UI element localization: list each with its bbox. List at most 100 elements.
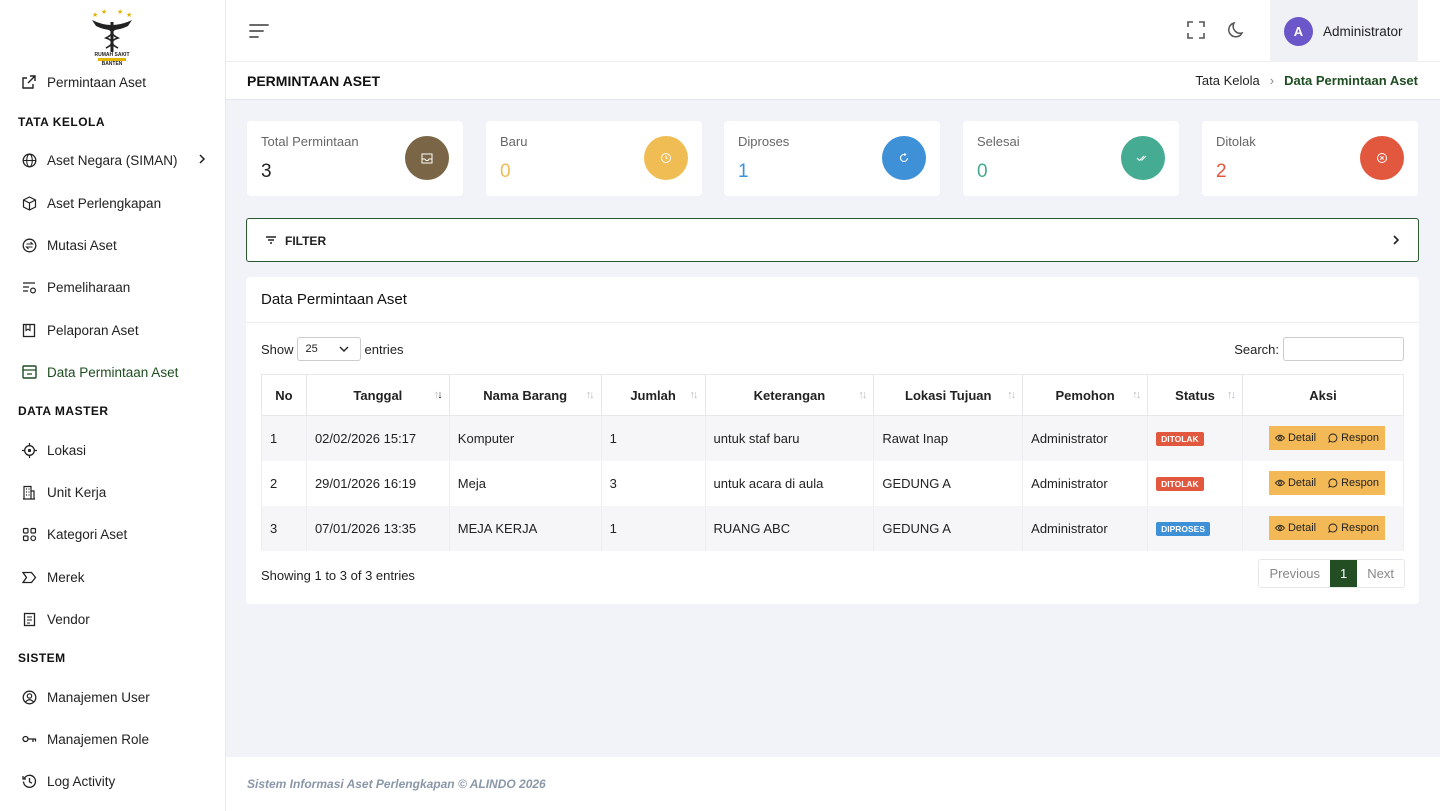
cell-status: DITOLAK (1147, 415, 1244, 461)
col-header-tanggal[interactable]: Tanggal ↑↓ (305, 374, 450, 416)
cell-tanggal: 02/02/2026 15:17 (305, 415, 450, 461)
cell-keterangan: untuk staf baru (704, 415, 875, 461)
detail-button[interactable]: Detail (1268, 471, 1323, 495)
stat-value: 1 (738, 161, 749, 182)
stat-value: 3 (261, 161, 272, 182)
cell-status: DITOLAK (1147, 460, 1244, 506)
sidebar-item-label: Manajemen Role (47, 731, 150, 747)
cell-keterangan: untuk acara di aula (704, 460, 875, 506)
building-icon (21, 484, 37, 500)
sort-icon: ↑↓ (1227, 389, 1236, 401)
respon-button[interactable]: Respon (1322, 471, 1386, 495)
chevron-right-icon (1393, 235, 1400, 245)
chat-icon (1328, 523, 1338, 533)
sidebar-item-aset-perlengkapan[interactable]: Aset Perlengkapan (0, 186, 225, 220)
filter-toggle[interactable]: FILTER (246, 218, 1419, 262)
svg-text:★: ★ (117, 8, 123, 16)
search-input[interactable] (1283, 337, 1404, 361)
chevron-right-icon (198, 153, 206, 168)
sidebar-item-vendor[interactable]: Vendor (0, 602, 225, 636)
stat-card-diproses: Diproses 1 (724, 121, 940, 196)
sidebar-item-mutasi-aset[interactable]: Mutasi Aset (0, 228, 225, 262)
stat-value: 0 (977, 161, 988, 182)
cell-pemohon: Administrator (1022, 415, 1149, 461)
eye-icon (1274, 479, 1285, 487)
col-header-pemohon[interactable]: Pemohon ↑↓ (1022, 374, 1149, 416)
user-menu[interactable]: A Administrator (1270, 0, 1418, 62)
cell-tanggal: 29/01/2026 16:19 (305, 460, 450, 506)
sidebar-item-aset-negara[interactable]: Aset Negara (SIMAN) (0, 143, 225, 177)
stat-card-selesai: Selesai 0 (963, 121, 1179, 196)
respon-button[interactable]: Respon (1322, 516, 1386, 540)
user-name: Administrator (1323, 23, 1403, 39)
sidebar-item-manajemen-role[interactable]: Manajemen Role (0, 722, 225, 756)
cell-lokasi-tujuan: GEDUNG A (873, 505, 1024, 551)
report-icon (21, 322, 37, 338)
col-header-nama-barang[interactable]: Nama Barang ↑↓ (448, 374, 602, 416)
col-header-jumlah[interactable]: Jumlah ↑↓ (600, 374, 706, 416)
footer: Sistem Informasi Aset Perlengkapan © ALI… (226, 757, 1440, 811)
sidebar-item-data-permintaan-aset[interactable]: Data Permintaan Aset (0, 355, 225, 389)
sidebar-item-label: Manajemen User (47, 689, 150, 705)
table-row: 1 02/02/2026 15:17 Komputer 1 untuk staf… (261, 415, 1404, 461)
category-icon (21, 526, 37, 542)
stat-label: Selesai (977, 134, 1020, 149)
table-header-row: No Tanggal ↑↓ Nama Barang ↑↓ Jumlah ↑↓ Kete… (261, 374, 1404, 416)
show-label: Show (261, 341, 294, 357)
divider (246, 322, 1419, 323)
chat-icon (1328, 478, 1338, 488)
detail-button[interactable]: Detail (1268, 516, 1323, 540)
key-icon (21, 731, 37, 747)
col-header-lokasi-tujuan[interactable]: Lokasi Tujuan ↑↓ (873, 374, 1024, 416)
sidebar-item-label: Kategori Aset (47, 526, 128, 542)
close-circle-icon (1360, 136, 1404, 180)
sidebar-item-lokasi[interactable]: Lokasi (0, 433, 225, 467)
box-icon (21, 195, 37, 211)
entries-select[interactable]: 25 (296, 337, 361, 361)
cell-no: 2 (261, 460, 307, 506)
sidebar-item-label: Pemeliharaan (47, 279, 131, 295)
cell-pemohon: Administrator (1022, 460, 1149, 506)
fullscreen-icon[interactable] (1186, 20, 1206, 40)
status-badge: DITOLAK (1156, 432, 1204, 447)
sidebar-item-label: Aset Negara (SIMAN) (47, 152, 178, 168)
globe-icon (21, 152, 37, 168)
sidebar-item-pemeliharaan[interactable]: Pemeliharaan (0, 270, 225, 304)
sidebar-item-label: Aset Perlengkapan (47, 195, 162, 211)
cell-status: DIPROSES (1147, 505, 1244, 551)
topbar: A Administrator (226, 0, 1440, 62)
table-row: 2 29/01/2026 16:19 Meja 3 untuk acara di… (261, 460, 1404, 506)
col-header-no[interactable]: No (261, 374, 307, 416)
panel-title: Data Permintaan Aset (261, 291, 407, 308)
respon-button[interactable]: Respon (1322, 426, 1386, 451)
pagination-previous[interactable]: Previous (1259, 560, 1330, 587)
sidebar-item-label: Pelaporan Aset (47, 322, 139, 338)
sidebar-item-merek[interactable]: Merek (0, 560, 225, 594)
pagination-page-1[interactable]: 1 (1330, 560, 1358, 587)
col-header-keterangan[interactable]: Keterangan ↑↓ (704, 374, 875, 416)
search-label: Search: (1234, 341, 1279, 357)
sidebar-item-label: Mutasi Aset (47, 237, 117, 253)
sidebar-item-unit-kerja[interactable]: Unit Kerja (0, 475, 225, 509)
sidebar-item-log-activity[interactable]: Log Activity (0, 764, 225, 798)
breadcrumb: Tata Kelola › Data Permintaan Aset (1195, 73, 1418, 88)
sidebar-item-permintaan-aset[interactable]: Permintaan Aset (0, 65, 225, 99)
sidebar-item-label: Lokasi (47, 442, 87, 458)
breadcrumb-item-tata-kelola[interactable]: Tata Kelola (1195, 73, 1259, 88)
dark-mode-icon[interactable] (1227, 20, 1247, 40)
sidebar-item-manajemen-user[interactable]: Manajemen User (0, 680, 225, 714)
sort-icon: ↑↓ (585, 389, 595, 401)
status-badge: DIPROSES (1156, 522, 1211, 536)
cell-lokasi-tujuan: Rawat Inap (873, 415, 1024, 461)
col-header-status[interactable]: Status ↑↓ (1147, 374, 1244, 416)
sidebar-item-kategori-aset[interactable]: Kategori Aset (0, 517, 225, 551)
section-heading-data-master: DATA MASTER (18, 404, 109, 418)
detail-button[interactable]: Detail (1268, 426, 1323, 451)
inbox-icon (21, 364, 37, 380)
pagination-next[interactable]: Next (1357, 560, 1404, 587)
menu-toggle-icon[interactable] (249, 22, 269, 40)
sidebar-item-pelaporan-aset[interactable]: Pelaporan Aset (0, 313, 225, 347)
svg-text:★: ★ (126, 11, 132, 19)
table-info: Showing 1 to 3 of 3 entries (261, 568, 415, 583)
avatar: A (1284, 16, 1313, 46)
